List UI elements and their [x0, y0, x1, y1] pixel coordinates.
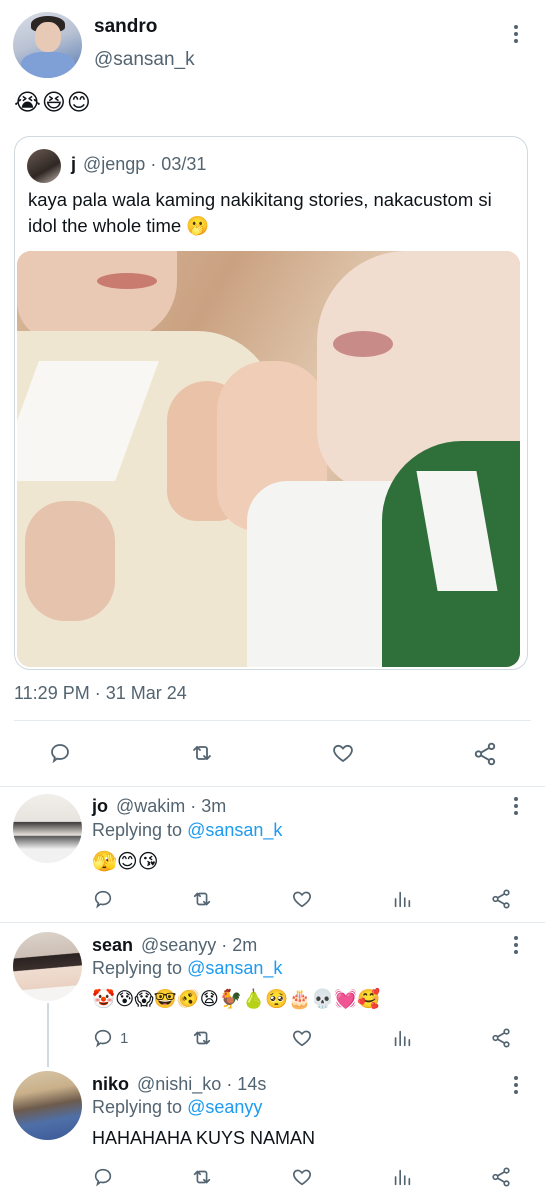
replying-label: Replying to — [92, 820, 188, 840]
reply-button[interactable] — [47, 741, 73, 765]
reply-author-name[interactable]: jo — [92, 796, 108, 817]
replying-to: Replying to @seanyy — [92, 1097, 262, 1118]
share-button[interactable] — [490, 888, 512, 910]
reply-avatar[interactable] — [13, 932, 82, 1001]
more-options-icon[interactable] — [513, 797, 519, 815]
reply-icon — [94, 890, 112, 909]
share-button[interactable] — [472, 741, 498, 767]
analytics-icon — [394, 1030, 411, 1047]
replying-to: Replying to @sansan_k — [92, 958, 282, 979]
quote-author-name: j — [71, 154, 77, 174]
retweet-icon — [193, 1031, 211, 1045]
more-options-icon[interactable] — [513, 25, 519, 43]
reply-avatar[interactable] — [13, 794, 82, 863]
quote-author-avatar — [27, 149, 61, 183]
retweet-button[interactable] — [190, 1166, 214, 1188]
analytics-button[interactable] — [391, 1166, 413, 1188]
more-options-icon[interactable] — [513, 936, 519, 954]
reply-button[interactable] — [92, 1166, 114, 1188]
like-button[interactable] — [330, 741, 356, 765]
reply-handle-time[interactable]: @seanyy · 2m — [141, 935, 257, 956]
reply-handle-time[interactable]: @nishi_ko · 14s — [137, 1074, 266, 1095]
reply-icon — [94, 1029, 112, 1048]
author-name[interactable]: sandro — [94, 16, 157, 38]
reply-count: 1 — [120, 1029, 129, 1047]
retweet-button[interactable] — [190, 1027, 214, 1049]
reply-author-name[interactable]: sean — [92, 935, 133, 956]
reply-button[interactable] — [92, 888, 114, 910]
divider — [14, 720, 531, 721]
more-options-icon[interactable] — [513, 1076, 519, 1094]
main-tweet: sandro @sansan_k 😭😆😊 j @jengp · 03/31 ka… — [0, 0, 545, 786]
share-icon — [492, 889, 510, 909]
share-icon — [492, 1167, 510, 1187]
retweet-icon — [193, 746, 211, 760]
analytics-icon — [394, 891, 411, 908]
quote-photo[interactable] — [17, 251, 520, 667]
share-button[interactable] — [490, 1027, 512, 1049]
analytics-button[interactable] — [391, 888, 413, 910]
thread-connector — [47, 1003, 49, 1067]
share-button[interactable] — [490, 1166, 512, 1188]
like-icon — [293, 1030, 311, 1047]
tweet-timestamp: 11:29 PM · 31 Mar 24 — [14, 683, 187, 703]
analytics-icon — [394, 1169, 411, 1186]
reply-button[interactable]: 1 — [92, 1027, 128, 1049]
reply-author-name[interactable]: niko — [92, 1074, 129, 1095]
quote-meta: @jengp · 03/31 — [83, 154, 207, 174]
mention-link[interactable]: @seanyy — [187, 1097, 262, 1117]
analytics-button[interactable] — [391, 1027, 413, 1049]
mention-link[interactable]: @sansan_k — [187, 958, 282, 978]
retweet-button[interactable] — [188, 741, 216, 765]
quote-text: kaya pala wala kaming nakikitang stories… — [28, 189, 492, 236]
reply-icon — [51, 744, 69, 764]
reply-text: 🫣😊😘 — [92, 849, 159, 873]
replying-to: Replying to @sansan_k — [92, 820, 282, 841]
reply-avatar[interactable] — [13, 1071, 82, 1140]
reply-icon — [94, 1168, 112, 1187]
share-icon — [474, 742, 496, 766]
like-button[interactable] — [291, 1166, 313, 1188]
author-avatar[interactable] — [13, 12, 82, 78]
like-icon — [293, 1169, 311, 1186]
reply-handle-time[interactable]: @wakim · 3m — [116, 796, 226, 817]
separator — [0, 786, 545, 787]
reply-text: HAHAHAHA KUYS NAMAN — [92, 1128, 316, 1148]
reply-text: 🤡😰😱🤓🫨😧🐓🍐🥺🎂💀💓🥰 — [92, 989, 381, 1010]
like-button[interactable] — [291, 1027, 313, 1049]
replying-label: Replying to — [92, 1097, 188, 1117]
retweet-icon — [193, 1170, 211, 1184]
retweet-button[interactable] — [190, 888, 214, 910]
like-icon — [293, 891, 311, 908]
like-icon — [333, 744, 353, 763]
mention-link[interactable]: @sansan_k — [187, 820, 282, 840]
retweet-icon — [193, 892, 211, 906]
quoted-tweet[interactable]: j @jengp · 03/31 kaya pala wala kaming n… — [14, 136, 528, 670]
separator — [0, 922, 545, 923]
author-handle[interactable]: @sansan_k — [94, 49, 195, 71]
share-icon — [492, 1028, 510, 1048]
like-button[interactable] — [291, 888, 313, 910]
replying-label: Replying to — [92, 958, 188, 978]
tweet-text: 😭😆😊 — [14, 90, 92, 116]
